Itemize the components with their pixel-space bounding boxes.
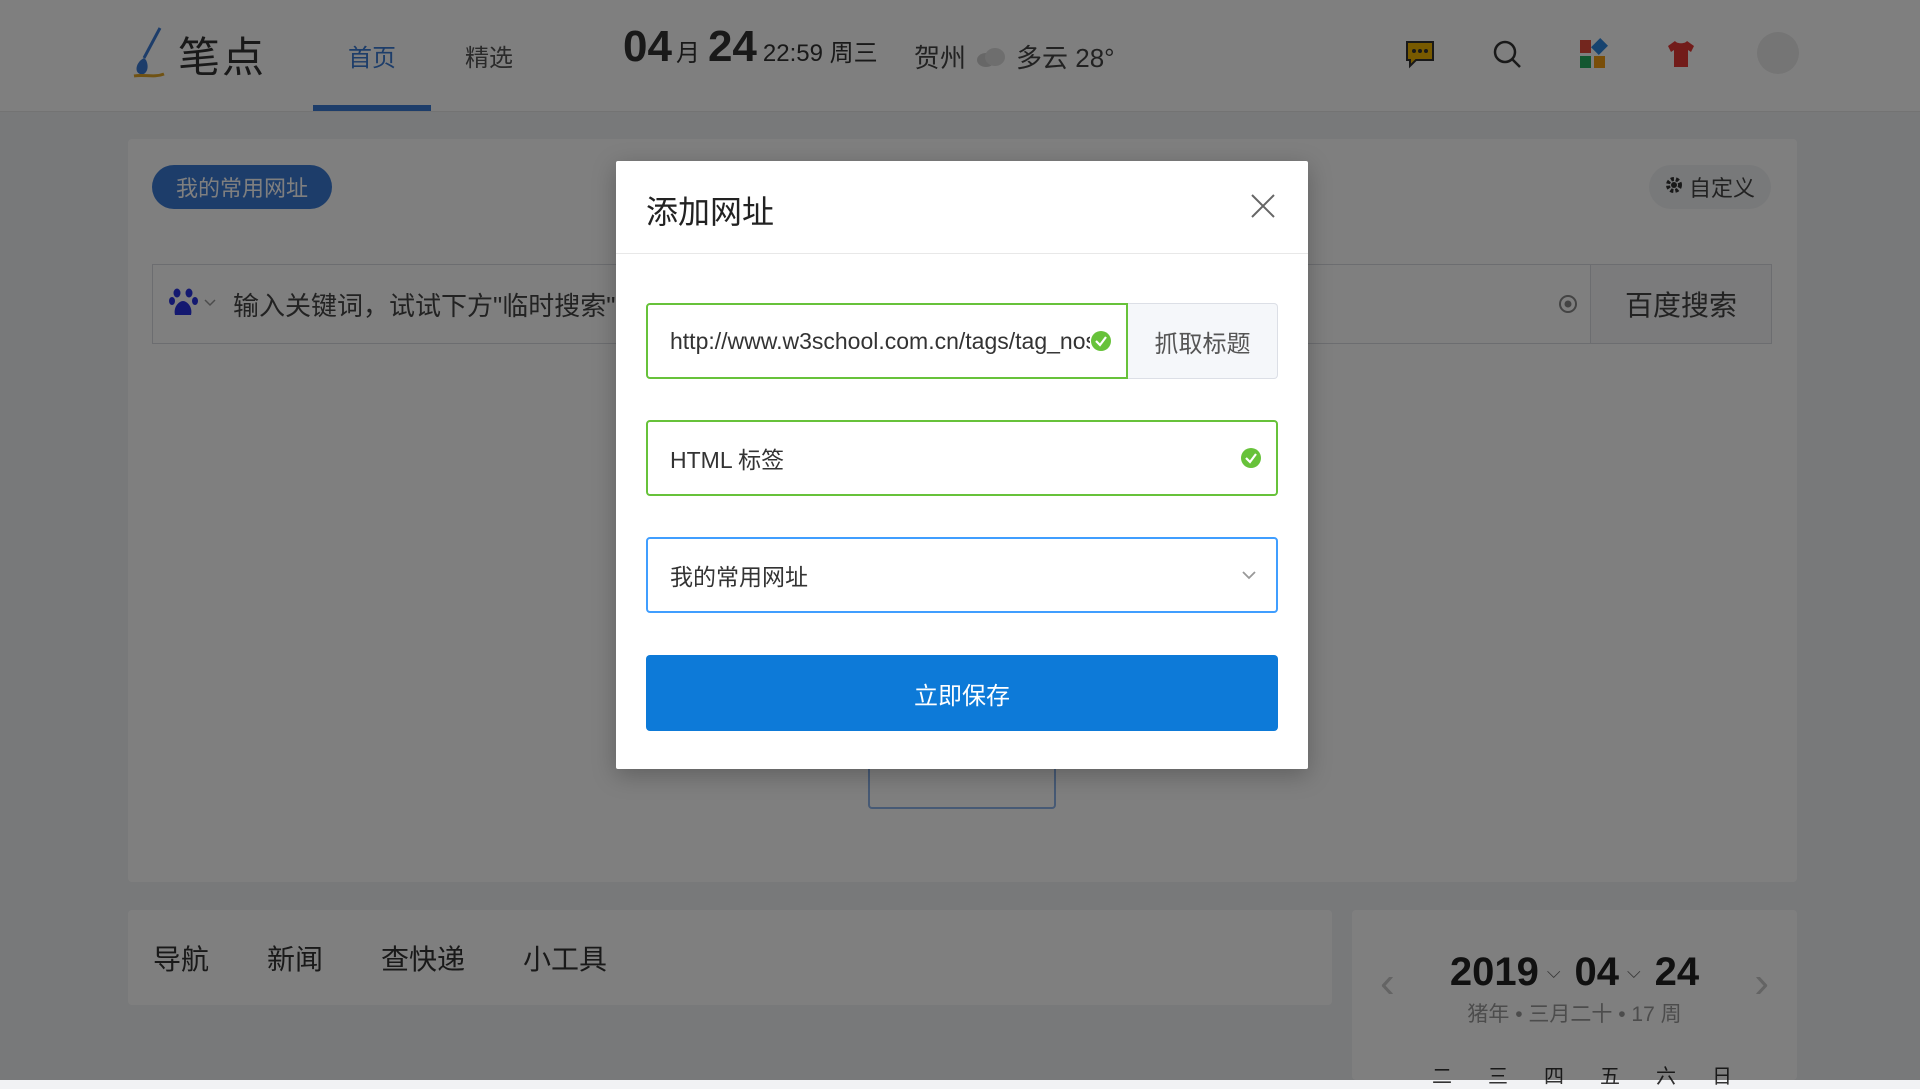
fetch-title-label: 抓取标题 [1154,330,1251,358]
check-circle-icon [1240,447,1262,469]
fetch-title-button[interactable]: 抓取标题 [1128,303,1278,379]
url-row: http://www.w3school.com.cn/tags/tag_nosc… [646,303,1278,379]
check-circle-icon [1090,330,1112,352]
chevron-down-icon [1238,564,1260,586]
add-url-dialog: 添加网址 http://www.w3school.com.cn/tags/tag… [616,161,1308,769]
title-input-value: HTML 标签 [670,447,785,473]
dialog-title: 添加网址 [646,194,775,230]
url-input[interactable]: http://www.w3school.com.cn/tags/tag_nosc… [646,303,1128,379]
save-now-button[interactable]: 立即保存 [646,655,1278,731]
category-select-value: 我的常用网址 [670,564,808,590]
url-input-value: http://www.w3school.com.cn/tags/tag_nosc… [670,327,1090,354]
dialog-header: 添加网址 [616,161,1308,254]
title-input[interactable]: HTML 标签 [646,420,1278,496]
category-select[interactable]: 我的常用网址 [646,537,1278,613]
save-now-label: 立即保存 [914,682,1010,710]
close-icon[interactable] [1248,191,1278,221]
